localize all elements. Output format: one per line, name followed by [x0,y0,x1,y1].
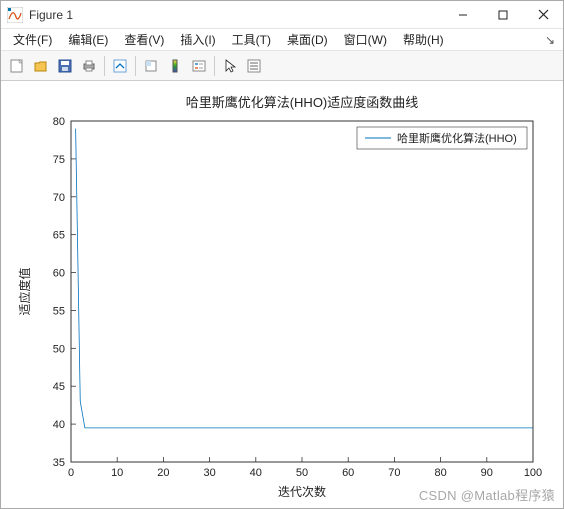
menu-desktop[interactable]: 桌面(D) [279,29,336,50]
toolbar [1,51,563,81]
toolbar-separator [135,56,136,76]
svg-text:90: 90 [481,467,493,479]
pointer-button[interactable] [218,54,242,78]
menu-overflow-icon[interactable]: ↘ [541,33,559,47]
chart: 0 10 20 30 40 50 60 70 80 90 100 35 40 45 50 55 60 65 70 75… [1,81,563,507]
menu-edit[interactable]: 编辑(E) [60,29,116,50]
maximize-button[interactable] [483,1,523,28]
close-button[interactable] [523,1,563,28]
link-plot-button[interactable] [139,54,163,78]
plot-area[interactable]: 0 10 20 30 40 50 60 70 80 90 100 35 40 45 50 55 60 65 70 75… [1,81,563,508]
insert-legend-button[interactable] [187,54,211,78]
svg-text:10: 10 [111,467,123,479]
svg-text:40: 40 [250,467,262,479]
svg-text:30: 30 [203,467,215,479]
svg-text:迭代次数: 迭代次数 [278,484,326,499]
menu-view[interactable]: 查看(V) [116,29,172,50]
svg-text:20: 20 [157,467,169,479]
svg-text:45: 45 [53,381,65,393]
toolbar-separator [214,56,215,76]
titlebar: Figure 1 [1,1,563,29]
svg-text:0: 0 [68,467,74,479]
svg-text:哈里斯鹰优化算法(HHO)适应度函数曲线: 哈里斯鹰优化算法(HHO)适应度函数曲线 [186,95,419,110]
window-title: Figure 1 [29,8,443,22]
matlab-figure-icon [7,7,23,23]
toolbar-separator [104,56,105,76]
svg-text:70: 70 [388,467,400,479]
svg-text:60: 60 [53,268,65,280]
svg-text:80: 80 [53,116,65,128]
menu-tools[interactable]: 工具(T) [224,29,279,50]
insert-colorbar-button[interactable] [163,54,187,78]
minimize-button[interactable] [443,1,483,28]
open-button[interactable] [29,54,53,78]
save-button[interactable] [53,54,77,78]
svg-text:40: 40 [53,419,65,431]
menu-file[interactable]: 文件(F) [5,29,60,50]
watermark: CSDN @Matlab程序猿 [419,485,555,504]
svg-text:75: 75 [53,154,65,166]
svg-text:哈里斯鹰优化算法(HHO): 哈里斯鹰优化算法(HHO) [397,131,517,145]
svg-text:50: 50 [53,343,65,355]
svg-text:100: 100 [524,467,542,479]
svg-text:35: 35 [53,457,65,469]
menu-insert[interactable]: 插入(I) [172,29,223,50]
svg-text:60: 60 [342,467,354,479]
svg-text:65: 65 [53,230,65,242]
svg-text:55: 55 [53,305,65,317]
menu-help[interactable]: 帮助(H) [395,29,452,50]
svg-text:80: 80 [434,467,446,479]
svg-text:适应度值: 适应度值 [17,267,32,315]
edit-plot-button[interactable] [108,54,132,78]
menubar: 文件(F) 编辑(E) 查看(V) 插入(I) 工具(T) 桌面(D) 窗口(W… [1,29,563,51]
print-button[interactable] [77,54,101,78]
property-editor-button[interactable] [242,54,266,78]
menu-window[interactable]: 窗口(W) [336,29,395,50]
svg-text:70: 70 [53,192,65,204]
svg-text:50: 50 [296,467,308,479]
new-figure-button[interactable] [5,54,29,78]
